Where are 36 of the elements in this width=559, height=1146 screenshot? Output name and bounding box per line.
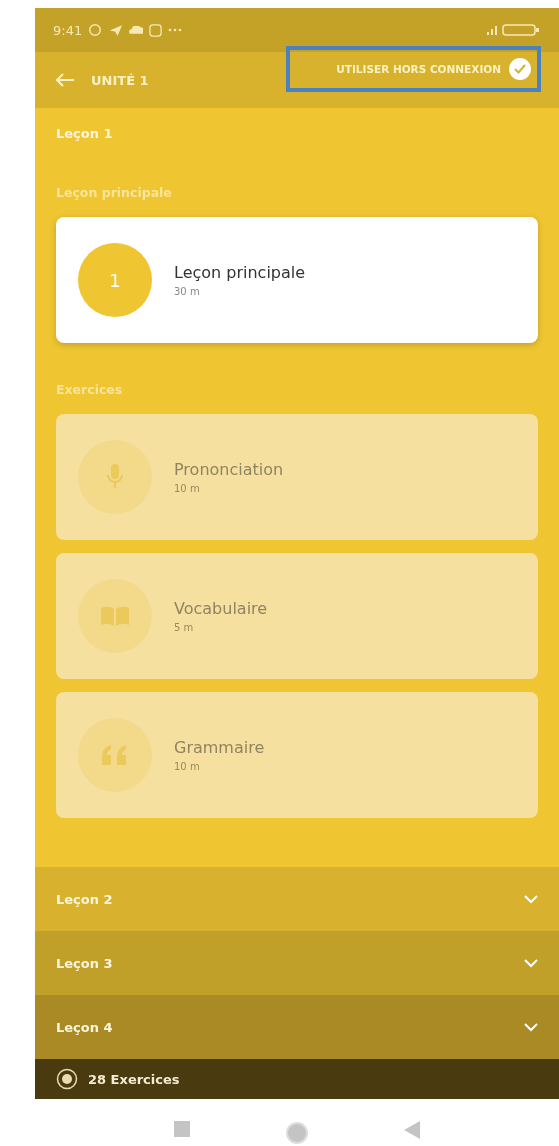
exercise-count: 28 Exercices	[88, 1071, 180, 1087]
card-duration: 30 m	[174, 286, 201, 297]
square-nav-icon[interactable]	[174, 1121, 190, 1137]
card-duration: 10 m	[174, 761, 201, 772]
chevron-down-icon	[524, 894, 538, 904]
microphone-icon	[107, 464, 123, 490]
unit-title: UNITÉ 1	[91, 72, 150, 88]
book-icon	[101, 606, 129, 626]
lesson-row[interactable]: Leçon 3	[35, 931, 559, 995]
lesson-card[interactable]: 1 Leçon principale 30 m	[56, 217, 538, 343]
back-arrow-icon[interactable]	[55, 72, 75, 88]
home-nav-icon[interactable]	[285, 1121, 309, 1145]
paper-plane-icon	[108, 23, 123, 37]
card-title: Leçon principale	[174, 263, 306, 282]
card-title: Prononciation	[174, 460, 284, 479]
card-duration: 10 m	[174, 483, 201, 494]
lesson-title[interactable]: Leçon 1	[56, 126, 538, 141]
chevron-down-icon	[524, 958, 538, 968]
section-title: Exercices	[56, 382, 124, 397]
status-time: 9:41	[53, 22, 83, 38]
lesson-row[interactable]: Leçon 2	[35, 867, 559, 931]
chevron-down-icon	[524, 1022, 538, 1032]
radio-icon	[56, 1068, 78, 1090]
back-nav-icon[interactable]	[404, 1121, 420, 1139]
card-title: Vocabulaire	[174, 599, 268, 618]
alarm-clock-icon	[88, 23, 103, 37]
app-notification-icon	[149, 23, 163, 37]
more-dots-icon	[168, 28, 183, 32]
signal-battery-icon	[485, 23, 541, 37]
cloud-icon	[128, 26, 144, 34]
lesson-row[interactable]: Leçon 4	[35, 995, 559, 1059]
card-title: Grammaire	[174, 738, 265, 757]
number-circle: 1	[78, 243, 152, 317]
card-duration: 5 m	[174, 622, 195, 633]
offline-toggle-button[interactable]: UTILISER HORS CONNEXION	[286, 46, 541, 92]
section-title: Leçon principale	[56, 185, 173, 200]
